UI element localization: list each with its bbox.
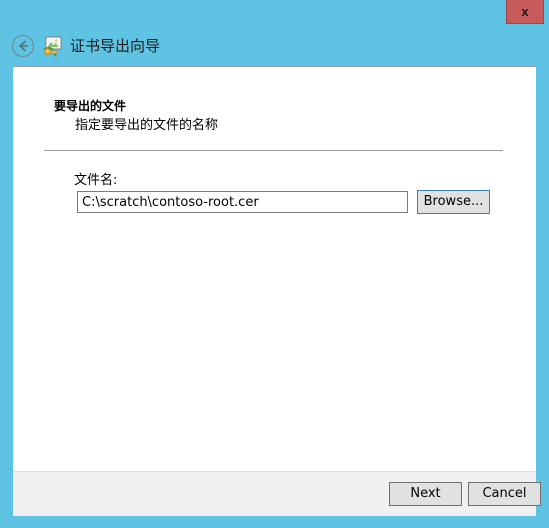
header-divider bbox=[44, 150, 503, 151]
back-arrow-icon[interactable] bbox=[11, 34, 35, 58]
wizard-page-content: 要导出的文件 指定要导出的文件的名称 文件名: Browse... bbox=[13, 67, 536, 471]
filename-label: 文件名: bbox=[74, 173, 118, 188]
browse-button[interactable]: Browse... bbox=[417, 190, 490, 214]
certificate-wizard-icon bbox=[42, 35, 64, 57]
wizard-client-area: 要导出的文件 指定要导出的文件的名称 文件名: Browse... Next C… bbox=[13, 66, 541, 516]
close-icon[interactable]: x bbox=[506, 0, 544, 24]
title-bar: x 证书导出向导 bbox=[0, 0, 549, 66]
cancel-button[interactable]: Cancel bbox=[468, 482, 541, 506]
wizard-footer: Next Cancel bbox=[13, 471, 541, 516]
page-title: 要导出的文件 bbox=[54, 99, 127, 113]
certificate-export-wizard-window: x 证书导出向导 要导出的文件 指定要导出的文件的名称 文件名: C:\scra… bbox=[0, 0, 549, 528]
window-title: 证书导出向导 bbox=[70, 37, 161, 55]
page-subtitle: 指定要导出的文件的名称 bbox=[75, 118, 219, 133]
filename-input[interactable] bbox=[77, 191, 408, 213]
next-button[interactable]: Next bbox=[389, 482, 462, 506]
